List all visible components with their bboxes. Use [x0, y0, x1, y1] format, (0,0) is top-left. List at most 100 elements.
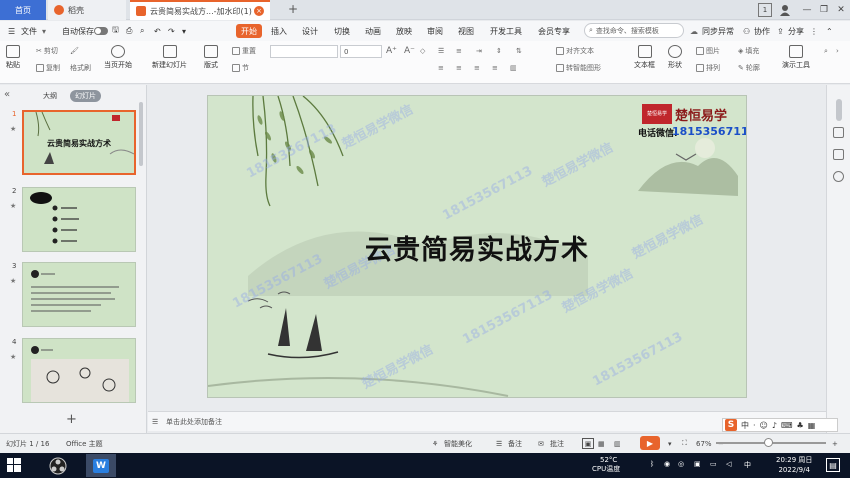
menu-start[interactable]: 开始: [236, 24, 262, 38]
collapse-panel-icon[interactable]: «: [4, 89, 10, 100]
slideshow-play-button[interactable]: ▶: [640, 436, 660, 450]
share-icon[interactable]: ⇪: [777, 24, 784, 38]
distribute-icon[interactable]: ▥: [510, 62, 517, 74]
slide-thumbnail-4[interactable]: 4 ★: [0, 338, 140, 406]
redo-icon[interactable]: ↷: [168, 24, 175, 38]
more-options-icon[interactable]: ⋮: [810, 24, 818, 38]
menu-share[interactable]: 分享: [788, 24, 804, 38]
find-icon[interactable]: ⌕: [824, 45, 828, 57]
align-left-icon[interactable]: ≡: [438, 62, 444, 74]
picture-button[interactable]: 图片: [696, 45, 720, 57]
align-text-button[interactable]: 对齐文本: [556, 45, 594, 57]
slide-thumbnail-2[interactable]: 2 ★: [0, 187, 140, 255]
font-name-select[interactable]: [270, 45, 338, 58]
property-icon[interactable]: [833, 149, 844, 160]
more-icon[interactable]: ▾: [182, 24, 186, 38]
textbox-button[interactable]: 文本框: [634, 45, 655, 70]
ime-toolbar[interactable]: S 中 · ☺ ♪ ⌨ ♣ ▦: [722, 418, 838, 432]
network-icon[interactable]: ▭: [710, 460, 717, 468]
comments-toggle[interactable]: 批注: [550, 438, 564, 449]
close-window-icon[interactable]: ✕: [834, 3, 848, 17]
normal-view-icon[interactable]: ▣: [582, 438, 594, 449]
tab-outline[interactable]: 大纲: [38, 90, 62, 102]
notes-toggle-icon[interactable]: ☰: [496, 438, 502, 449]
menu-slideshow[interactable]: 放映: [396, 24, 412, 38]
volume-icon[interactable]: ◁: [726, 460, 731, 468]
select-pane-icon[interactable]: [833, 127, 844, 138]
align-center-icon[interactable]: ≡: [456, 62, 462, 74]
menu-devtools[interactable]: 开发工具: [490, 24, 522, 38]
paste-button[interactable]: 粘贴: [6, 45, 20, 70]
minimize-icon[interactable]: —: [800, 3, 814, 17]
window-count-icon[interactable]: 1: [758, 3, 772, 17]
convert-smartart-button[interactable]: 转智能图形: [556, 62, 601, 74]
undo-icon[interactable]: ↶: [154, 24, 161, 38]
beautify-button[interactable]: 智能美化: [444, 438, 472, 449]
hamburger-icon[interactable]: ☰: [8, 24, 15, 38]
menu-transition[interactable]: 切换: [334, 24, 350, 38]
menu-member[interactable]: 会员专享: [538, 24, 570, 38]
print-icon[interactable]: ⎙: [126, 24, 132, 38]
zoom-slider-handle[interactable]: [764, 438, 773, 447]
add-slide-button[interactable]: +: [66, 412, 77, 427]
tray-icon-2[interactable]: ◉: [664, 460, 670, 468]
menu-insert[interactable]: 插入: [271, 24, 287, 38]
preview-icon[interactable]: ⌕: [140, 24, 144, 38]
clear-format-icon[interactable]: ◇: [420, 45, 425, 57]
line-spacing-icon[interactable]: ⇕: [496, 45, 502, 57]
command-search[interactable]: ⌕ 查找命令、搜索模板: [584, 23, 684, 38]
shrink-font-icon[interactable]: A⁻: [404, 45, 415, 57]
sync-cloud-icon[interactable]: ☁: [690, 24, 698, 38]
sorter-view-icon[interactable]: ▦: [598, 438, 605, 449]
autosave-toggle[interactable]: [94, 24, 108, 38]
tray-icon-4[interactable]: ▣: [694, 460, 701, 468]
slide-title[interactable]: 云贵简易实战方术: [208, 228, 746, 267]
font-size-select[interactable]: 0: [340, 45, 382, 58]
thumbnail-scrollbar[interactable]: [139, 102, 143, 166]
tab-home[interactable]: 首页: [0, 0, 46, 20]
new-slide-button[interactable]: 新建幻灯片: [152, 45, 187, 70]
align-right-icon[interactable]: ≡: [474, 62, 480, 74]
windows-start-icon[interactable]: [6, 457, 22, 473]
numbering-icon[interactable]: ≡: [456, 45, 462, 57]
format-painter-button[interactable]: 格式刷: [70, 62, 91, 74]
slide-thumbnail-3[interactable]: 3 ★: [0, 262, 140, 330]
fit-window-icon[interactable]: ⛶: [682, 438, 687, 449]
menu-animation[interactable]: 动画: [365, 24, 381, 38]
new-tab-button[interactable]: +: [288, 2, 298, 16]
play-from-current-button[interactable]: 当页开始: [104, 45, 132, 70]
wps-taskbar-icon[interactable]: W: [86, 454, 116, 477]
format-painter-icon-btn[interactable]: 🖌: [70, 45, 79, 57]
section-button[interactable]: 节: [232, 62, 249, 74]
tray-icon-3[interactable]: ◎: [678, 460, 684, 468]
tab-slides[interactable]: 幻灯片: [70, 90, 101, 102]
indent-icon[interactable]: ⇥: [476, 45, 482, 57]
cpu-temp[interactable]: 52°C CPU温度: [592, 456, 620, 474]
beautify-icon[interactable]: ⚘: [432, 438, 438, 449]
slide-thumbnail-1[interactable]: 1 ★ 云贵简易实战方术: [0, 110, 140, 178]
justify-icon[interactable]: ≡: [492, 62, 498, 74]
cut-button[interactable]: ✂ 剪切: [36, 45, 58, 57]
canvas-scrollbar[interactable]: [836, 99, 842, 121]
restore-icon[interactable]: ❐: [817, 3, 831, 17]
copy-button[interactable]: 复制: [36, 62, 60, 74]
bullets-icon[interactable]: ☰: [438, 45, 444, 57]
notes-toggle[interactable]: 备注: [508, 438, 522, 449]
bluetooth-icon[interactable]: ᛒ: [650, 460, 654, 468]
presenter-tools-button[interactable]: 演示工具: [782, 45, 810, 70]
help-icon[interactable]: [833, 171, 844, 182]
menu-collab[interactable]: 协作: [754, 24, 770, 38]
reset-button[interactable]: 重置: [232, 45, 256, 57]
taskbar-ime-lang[interactable]: 中: [744, 460, 751, 470]
menu-file[interactable]: 文件: [21, 24, 37, 38]
reading-view-icon[interactable]: ▥: [614, 438, 621, 449]
close-tab-icon[interactable]: ×: [254, 6, 264, 16]
zoom-in-icon[interactable]: +: [832, 438, 838, 449]
menu-view[interactable]: 视图: [458, 24, 474, 38]
ribbon-more-icon[interactable]: ›: [836, 45, 839, 57]
grow-font-icon[interactable]: A⁺: [386, 45, 397, 57]
notification-icon[interactable]: ▤: [826, 458, 840, 472]
chevron-down-icon[interactable]: ▾: [42, 24, 46, 38]
collab-icon[interactable]: ⚇: [743, 24, 750, 38]
shape-button[interactable]: 形状: [668, 45, 682, 70]
